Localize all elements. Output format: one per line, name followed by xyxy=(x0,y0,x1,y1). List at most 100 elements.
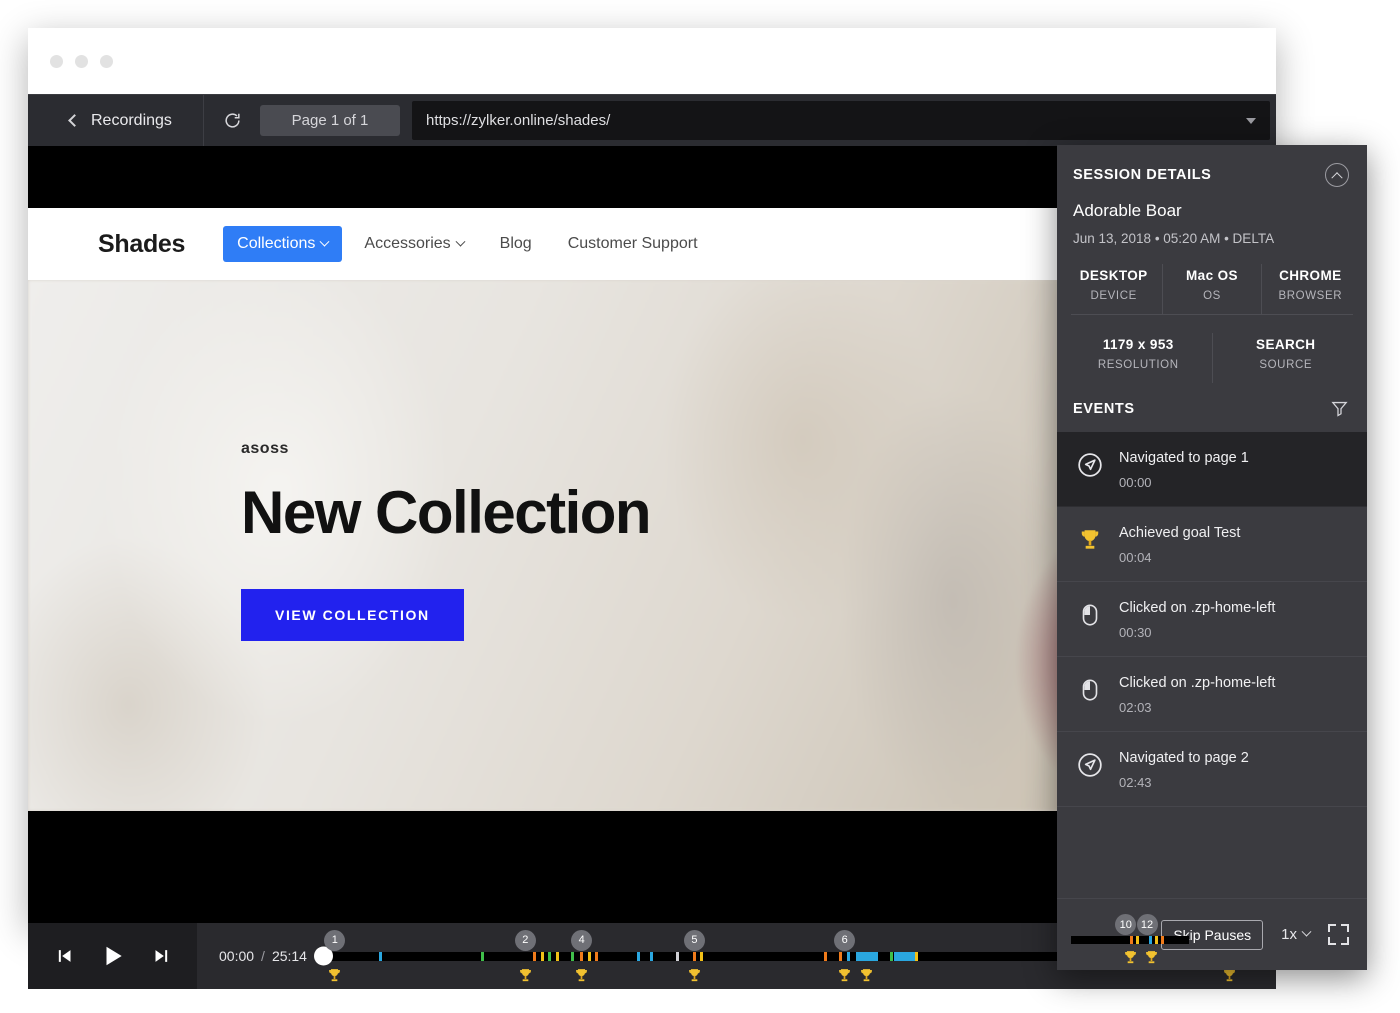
window-titlebar xyxy=(28,28,1276,94)
timeline-tick xyxy=(580,952,583,961)
trophy-icon xyxy=(1143,949,1160,966)
events-list: Navigated to page 1 00:00 Achieved goal Te… xyxy=(1057,432,1367,898)
mini-timeline-goal-trophy[interactable] xyxy=(1122,949,1139,970)
current-time: 00:00 xyxy=(219,948,254,964)
timeline-goal-trophy[interactable] xyxy=(573,967,590,988)
timeline-tick xyxy=(571,952,574,961)
timeline-marker[interactable]: 5 xyxy=(684,930,705,951)
timeline-marker[interactable]: 2 xyxy=(515,930,536,951)
chevron-down-icon xyxy=(320,236,330,246)
meta-value: DESKTOP xyxy=(1065,268,1162,283)
trophy-icon xyxy=(836,967,853,984)
event-time: 00:00 xyxy=(1119,475,1249,490)
site-nav: Collections Accessories Blog Customer Su… xyxy=(223,226,711,262)
event-row[interactable]: Navigated to page 202:43 xyxy=(1057,732,1367,807)
filter-icon[interactable] xyxy=(1330,399,1349,418)
meta-resolution: 1179 x 953 RESOLUTION xyxy=(1065,333,1212,383)
transport-controls xyxy=(28,923,197,989)
event-text: Navigated to page 1 00:00 xyxy=(1119,450,1249,490)
chevron-left-icon xyxy=(68,114,81,127)
event-icon xyxy=(1075,450,1105,490)
timeline-goal-trophy[interactable] xyxy=(836,967,853,988)
trophy-icon xyxy=(326,967,343,984)
mini-timeline-tick xyxy=(1149,936,1152,944)
chevron-down-icon xyxy=(1302,927,1312,937)
nav-label: Accessories xyxy=(364,235,450,253)
timeline-marker[interactable]: 4 xyxy=(571,930,592,951)
timeline-marker[interactable]: 6 xyxy=(834,930,855,951)
back-to-recordings-button[interactable]: Recordings xyxy=(28,95,204,146)
window-close-dot[interactable] xyxy=(50,55,63,68)
timeline-goal-trophy[interactable] xyxy=(686,967,703,988)
chevron-up-icon xyxy=(1331,172,1342,183)
timeline-goal-trophy[interactable] xyxy=(517,967,534,988)
session-meta: Jun 13, 2018 • 05:20 AM • DELTA xyxy=(1057,221,1367,246)
meta-label: SOURCE xyxy=(1213,359,1360,371)
nav-item-collections[interactable]: Collections xyxy=(223,226,342,262)
trophy-icon xyxy=(686,967,703,984)
nav-item-accessories[interactable]: Accessories xyxy=(350,226,477,262)
event-icon xyxy=(1075,600,1105,640)
time-separator: / xyxy=(254,948,272,964)
skip-pauses-button[interactable]: Skip Pauses xyxy=(1161,920,1263,950)
event-label: Achieved goal Test xyxy=(1119,525,1240,541)
meta-value: 1179 x 953 xyxy=(1065,337,1212,352)
meta-label: RESOLUTION xyxy=(1065,359,1212,371)
meta-label: DEVICE xyxy=(1065,290,1162,302)
window-minimize-dot[interactable] xyxy=(75,55,88,68)
timeline-goal-trophy[interactable] xyxy=(326,967,343,988)
play-icon xyxy=(100,943,126,969)
timeline-tick xyxy=(588,952,591,961)
mini-timeline-marker[interactable]: 12 xyxy=(1137,914,1158,935)
nav-item-customer-support[interactable]: Customer Support xyxy=(554,226,712,262)
event-row[interactable]: Navigated to page 1 00:00 xyxy=(1057,432,1367,507)
trophy-icon xyxy=(573,967,590,984)
chevron-down-icon[interactable] xyxy=(1246,118,1256,124)
site-logo[interactable]: Shades xyxy=(98,230,185,259)
skip-previous-icon xyxy=(52,946,74,966)
timeline-tick xyxy=(533,952,536,961)
url-bar[interactable]: https://zylker.online/shades/ xyxy=(412,101,1270,140)
hero-content: asoss New Collection VIEW COLLECTION xyxy=(241,440,650,641)
nav-item-blog[interactable]: Blog xyxy=(486,226,546,262)
timeline-tick xyxy=(481,952,484,961)
navigate-icon xyxy=(1077,752,1103,778)
events-header: EVENTS xyxy=(1057,383,1367,432)
collapse-panel-button[interactable] xyxy=(1325,163,1349,187)
navigate-icon xyxy=(1077,452,1103,478)
timeline-tick xyxy=(839,952,842,961)
event-label: Navigated to page 2 xyxy=(1119,750,1249,766)
timeline-tick xyxy=(824,952,827,961)
playback-speed-select[interactable]: 1x xyxy=(1281,926,1310,943)
timeline-marker[interactable]: 1 xyxy=(324,930,345,951)
timeline-tick xyxy=(637,952,640,961)
event-row[interactable]: Achieved goal Test00:04 xyxy=(1057,507,1367,582)
timeline-tick xyxy=(890,952,893,961)
event-label: Navigated to page 1 xyxy=(1119,450,1249,466)
mini-timeline-track[interactable]: 1012 xyxy=(1071,936,1189,944)
fullscreen-button[interactable] xyxy=(1328,924,1349,945)
event-row[interactable]: Clicked on .zp-home-left00:30 xyxy=(1057,582,1367,657)
player-toolbar: Recordings Page 1 of 1 https://zylker.on… xyxy=(28,94,1276,146)
view-collection-button[interactable]: VIEW COLLECTION xyxy=(241,589,464,641)
mini-timeline-marker[interactable]: 10 xyxy=(1115,914,1136,935)
previous-button[interactable] xyxy=(52,946,74,966)
next-button[interactable] xyxy=(152,946,174,966)
url-text: https://zylker.online/shades/ xyxy=(426,112,610,129)
window-maximize-dot[interactable] xyxy=(100,55,113,68)
reload-icon xyxy=(223,111,242,130)
meta-label: OS xyxy=(1163,290,1260,302)
page-indicator[interactable]: Page 1 of 1 xyxy=(260,105,400,136)
meta-value: Mac OS xyxy=(1163,268,1260,283)
play-button[interactable] xyxy=(100,943,126,969)
meta-browser: CHROME BROWSER xyxy=(1261,264,1359,314)
mini-timeline-goal-trophy[interactable] xyxy=(1143,949,1160,970)
trophy-icon xyxy=(1122,949,1139,966)
timeline-tick xyxy=(894,952,916,961)
trophy-icon xyxy=(858,967,875,984)
fullscreen-corner xyxy=(1341,937,1349,945)
reload-button[interactable] xyxy=(204,95,260,146)
chevron-down-icon xyxy=(455,236,465,246)
timeline-goal-trophy[interactable] xyxy=(858,967,875,988)
event-row[interactable]: Clicked on .zp-home-left02:03 xyxy=(1057,657,1367,732)
